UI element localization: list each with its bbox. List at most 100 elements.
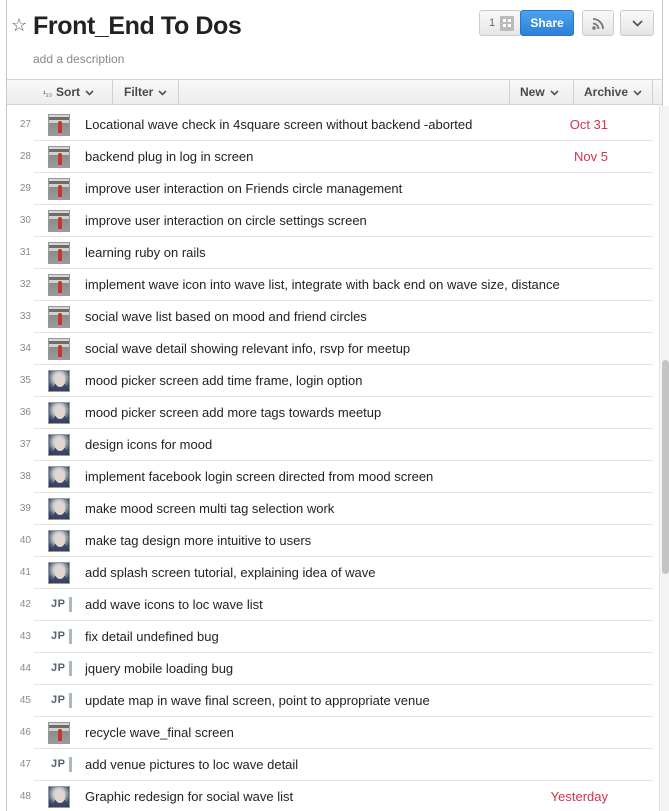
- task-title[interactable]: backend plug in log in screen: [85, 141, 583, 172]
- task-title[interactable]: improve user interaction on circle setti…: [85, 205, 583, 236]
- task-row[interactable]: 34 social wave detail showing relevant in…: [7, 333, 653, 365]
- owner-color-bar: [69, 661, 72, 676]
- task-title[interactable]: implement wave icon into wave list, inte…: [85, 269, 583, 300]
- avatar[interactable]: [48, 114, 70, 136]
- task-title[interactable]: make tag design more intuitive to users: [85, 525, 583, 556]
- task-row[interactable]: 32 implement wave icon into wave list, in…: [7, 269, 653, 301]
- avatar[interactable]: [48, 434, 70, 456]
- avatar[interactable]: [48, 242, 70, 264]
- owner-color-bar: [69, 757, 72, 772]
- task-row[interactable]: 44 JP jquery mobile loading bug: [7, 653, 653, 685]
- archive-button[interactable]: Archive: [584, 80, 642, 104]
- avatar[interactable]: [48, 178, 70, 200]
- task-row[interactable]: 29 improve user interaction on Friends ci…: [7, 173, 653, 205]
- task-row[interactable]: 28 backend plug in log in screen Nov 5: [7, 141, 653, 173]
- task-title[interactable]: implement facebook login screen directed…: [85, 461, 583, 492]
- task-title[interactable]: social wave detail showing relevant info…: [85, 333, 583, 364]
- owner-initials[interactable]: JP: [51, 598, 65, 610]
- task-row[interactable]: 42 JP add wave icons to loc wave list: [7, 589, 653, 621]
- task-row[interactable]: 33 social wave list based on mood and fri…: [7, 301, 653, 333]
- task-title[interactable]: recycle wave_final screen: [85, 717, 583, 748]
- task-number: 27: [19, 119, 31, 130]
- owner-initials[interactable]: JP: [51, 758, 65, 770]
- task-number: 44: [19, 663, 31, 674]
- task-number: 31: [19, 247, 31, 258]
- task-title[interactable]: improve user interaction on Friends circ…: [85, 173, 583, 204]
- avatar[interactable]: [48, 562, 70, 584]
- due-date[interactable]: Nov 5: [574, 141, 608, 172]
- avatar[interactable]: [48, 530, 70, 552]
- task-row[interactable]: 37 design icons for mood: [7, 429, 653, 461]
- task-number: 32: [19, 279, 31, 290]
- task-row[interactable]: 43 JP fix detail undefined bug: [7, 621, 653, 653]
- avatar[interactable]: [48, 338, 70, 360]
- task-title[interactable]: mood picker screen add time frame, login…: [85, 365, 583, 396]
- task-title[interactable]: Locational wave check in 4square screen …: [85, 109, 583, 140]
- task-row[interactable]: 35 mood picker screen add time frame, log…: [7, 365, 653, 397]
- task-number: 43: [19, 631, 31, 642]
- task-row[interactable]: 36 mood picker screen add more tags towar…: [7, 397, 653, 429]
- share-button[interactable]: Share: [520, 10, 574, 36]
- new-button[interactable]: New: [520, 80, 559, 104]
- task-title[interactable]: make mood screen multi tag selection wor…: [85, 493, 583, 524]
- avatar[interactable]: [48, 210, 70, 232]
- task-row[interactable]: 47 JP add venue pictures to loc wave detai…: [7, 749, 653, 781]
- avatar[interactable]: [48, 146, 70, 168]
- task-title[interactable]: jquery mobile loading bug: [85, 653, 583, 684]
- task-number: 37: [19, 439, 31, 450]
- owner-color-bar: [69, 693, 72, 708]
- avatar[interactable]: [48, 370, 70, 392]
- task-title[interactable]: add splash screen tutorial, explaining i…: [85, 557, 583, 588]
- scrollbar[interactable]: [659, 106, 669, 811]
- task-title[interactable]: add wave icons to loc wave list: [85, 589, 583, 620]
- task-title[interactable]: design icons for mood: [85, 429, 583, 460]
- task-row[interactable]: 46 recycle wave_final screen: [7, 717, 653, 749]
- chevron-down-icon: [632, 20, 643, 27]
- rss-button[interactable]: [582, 10, 614, 36]
- task-title[interactable]: Graphic redesign for social wave list: [85, 781, 583, 811]
- project-title[interactable]: Front_End To Dos: [33, 10, 242, 42]
- task-row[interactable]: 48 Graphic redesign for social wave list Y…: [7, 781, 653, 811]
- task-title[interactable]: fix detail undefined bug: [85, 621, 583, 652]
- task-row[interactable]: 41 add splash screen tutorial, explaining…: [7, 557, 653, 589]
- task-row[interactable]: 30 improve user interaction on circle set…: [7, 205, 653, 237]
- task-title[interactable]: add venue pictures to loc wave detail: [85, 749, 583, 780]
- task-row[interactable]: 27 Locational wave check in 4square scree…: [7, 109, 653, 141]
- task-title[interactable]: learning ruby on rails: [85, 237, 583, 268]
- task-row[interactable]: 38 implement facebook login screen direct…: [7, 461, 653, 493]
- avatar[interactable]: [48, 274, 70, 296]
- task-row[interactable]: 40 make tag design more intuitive to user…: [7, 525, 653, 557]
- task-row[interactable]: 31 learning ruby on rails: [7, 237, 653, 269]
- more-options-button[interactable]: [620, 10, 654, 36]
- due-date[interactable]: Oct 31: [570, 109, 608, 140]
- task-title[interactable]: update map in wave final screen, point t…: [85, 685, 583, 716]
- star-icon[interactable]: ☆: [11, 15, 27, 35]
- task-title[interactable]: mood picker screen add more tags towards…: [85, 397, 583, 428]
- filter-button[interactable]: Filter: [124, 80, 167, 104]
- owner-initials[interactable]: JP: [51, 694, 65, 706]
- avatar[interactable]: [48, 402, 70, 424]
- owner-initials[interactable]: JP: [51, 630, 65, 642]
- avatar[interactable]: [48, 498, 70, 520]
- task-list: 27 Locational wave check in 4square scree…: [7, 109, 653, 811]
- scrollbar-thumb[interactable]: [662, 360, 669, 574]
- task-number: 28: [19, 151, 31, 162]
- building-icon: [500, 16, 514, 31]
- task-row[interactable]: 45 JP update map in wave final screen, poi…: [7, 685, 653, 717]
- due-date[interactable]: Yesterday: [551, 781, 608, 811]
- avatar[interactable]: [48, 722, 70, 744]
- task-number: 47: [19, 759, 31, 770]
- owner-initials[interactable]: JP: [51, 662, 65, 674]
- avatar[interactable]: [48, 786, 70, 808]
- project-header: ☆ Front_End To Dos add a description 1 S…: [7, 0, 662, 80]
- avatar[interactable]: [48, 306, 70, 328]
- owner-color-bar: [69, 629, 72, 644]
- task-title[interactable]: social wave list based on mood and frien…: [85, 301, 583, 332]
- avatar[interactable]: [48, 466, 70, 488]
- description-field[interactable]: add a description: [33, 51, 124, 67]
- members-button[interactable]: 1: [479, 10, 521, 36]
- task-row[interactable]: 39 make mood screen multi tag selection w…: [7, 493, 653, 525]
- toolbar-divider: [509, 80, 510, 104]
- sort-button[interactable]: ¹₂₃ Sort: [43, 80, 94, 104]
- task-number: 34: [19, 343, 31, 354]
